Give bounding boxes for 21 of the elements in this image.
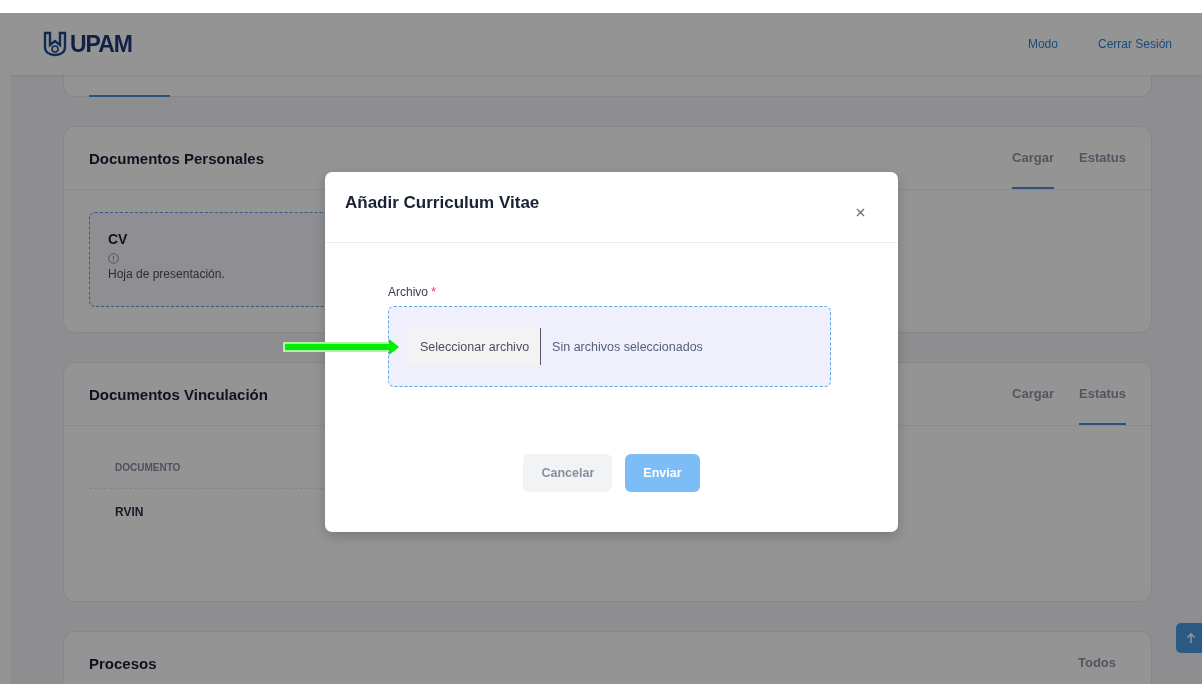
document-name: CV <box>108 231 129 247</box>
arrow-up-icon <box>1186 632 1196 644</box>
file-input[interactable]: Seleccionar archivo Sin archivos seleccionados <box>388 306 831 387</box>
info-icon <box>108 253 119 264</box>
nav-link[interactable]: Cerrar Sesión <box>1097 37 1172 51</box>
tab[interactable]: Cargar <box>1012 127 1055 189</box>
close-icon <box>856 207 865 217</box>
cancel-button[interactable]: Cancelar <box>523 454 613 492</box>
tab[interactable]: Todos <box>1077 632 1116 684</box>
tab[interactable]: Cargar <box>1012 363 1055 425</box>
modal-title: Añadir Curriculum Vitae <box>345 193 540 213</box>
document-description: Hoja de presentación. <box>108 267 226 281</box>
field-label: Archivo * <box>388 285 438 299</box>
section-title: Procesos <box>89 654 157 672</box>
logo-text: UPAM <box>70 30 132 58</box>
section-title: Documentos Vinculación <box>89 385 268 403</box>
logo-icon <box>43 31 67 57</box>
nav-link[interactable]: Modo <box>1027 37 1058 51</box>
tab[interactable]: Estatus <box>1079 127 1126 189</box>
section-title: Documentos Personales <box>89 149 265 167</box>
tab[interactable]: Estatus <box>1079 363 1126 425</box>
